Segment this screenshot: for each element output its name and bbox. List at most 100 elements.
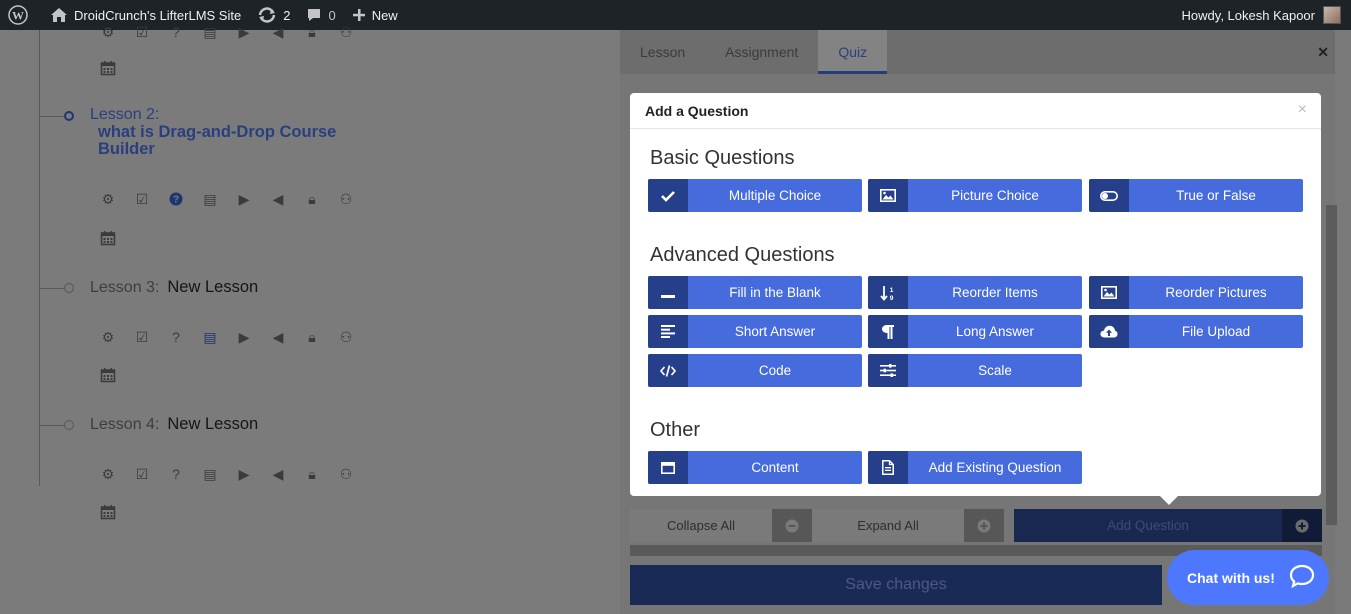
calendar-icon[interactable]	[98, 502, 118, 522]
fill-in-the-blank-button[interactable]: Fill in the Blank	[648, 276, 862, 309]
audio-icon[interactable]: ◀	[268, 189, 288, 209]
document-icon	[868, 451, 908, 484]
content-icon[interactable]: ▤	[200, 464, 220, 484]
file-upload-label: File Upload	[1181, 324, 1251, 339]
prerequisite-icon[interactable]: ⚇	[336, 22, 356, 42]
sliders-icon	[868, 354, 908, 387]
add-existing-question-button[interactable]: Add Existing Question	[868, 451, 1082, 484]
collapse-all-button[interactable]: Collapse All	[630, 509, 772, 542]
lesson-title[interactable]: what is Drag-and-Drop Course Builder	[98, 124, 358, 158]
paragraph-icon	[868, 315, 908, 348]
prerequisite-icon[interactable]: ⚇	[336, 327, 356, 347]
reorder-pictures-label: Reorder Pictures	[1165, 285, 1267, 300]
advanced-questions-heading: Advanced Questions	[650, 244, 835, 266]
updates-count: 2	[283, 7, 291, 23]
lesson-title[interactable]: New Lesson	[167, 415, 258, 433]
lesson-connector	[40, 425, 64, 426]
modal-close-icon[interactable]: ×	[1298, 101, 1307, 119]
audio-icon[interactable]: ◀	[268, 464, 288, 484]
picture-choice-label: Picture Choice	[951, 188, 1039, 203]
prerequisite-icon[interactable]: ⚇	[336, 464, 356, 484]
long-answer-button[interactable]: Long Answer	[868, 315, 1082, 348]
avatar	[1323, 6, 1341, 24]
quiz-icon[interactable]: ?	[166, 464, 186, 484]
quiz-icon[interactable]: ?	[166, 22, 186, 42]
lesson-heading: Lesson 4: New Lesson	[90, 415, 258, 434]
scale-button[interactable]: Scale	[868, 354, 1082, 387]
video-icon[interactable]: ▶	[234, 327, 254, 347]
save-changes-button[interactable]: Save changes	[630, 565, 1162, 605]
lock-icon[interactable]: 🔒︎	[302, 464, 322, 484]
content-icon[interactable]: ▤	[200, 189, 220, 209]
settings-icon[interactable]: ⚙	[98, 327, 118, 347]
calendar-icon[interactable]	[98, 228, 118, 248]
lock-icon[interactable]: 🔒︎	[302, 22, 322, 42]
calendar-icon[interactable]	[98, 58, 118, 78]
long-answer-label: Long Answer	[955, 324, 1035, 339]
scale-label: Scale	[978, 363, 1012, 378]
assignment-icon[interactable]: ☑	[132, 22, 152, 42]
assignment-icon[interactable]: ☑	[132, 464, 152, 484]
expand-all-icon[interactable]	[964, 509, 1004, 542]
picture-choice-button[interactable]: Picture Choice	[868, 179, 1082, 212]
collapse-all-icon[interactable]	[772, 509, 812, 542]
audio-icon[interactable]: ◀	[268, 327, 288, 347]
lesson-4-actions: ⚙ ☑ ? ▤ ▶ ◀ 🔒︎ ⚇	[98, 464, 356, 484]
expand-all-button[interactable]: Expand All	[812, 509, 964, 542]
short-answer-button[interactable]: Short Answer	[648, 315, 862, 348]
settings-icon[interactable]: ⚙	[98, 464, 118, 484]
check-icon	[648, 179, 688, 212]
true-or-false-label: True or False	[1176, 188, 1256, 203]
lesson-number: Lesson 4:	[90, 416, 160, 433]
account-menu[interactable]: Howdy, Lokesh Kapoor	[1182, 6, 1351, 24]
svg-text:1: 1	[890, 287, 894, 294]
code-button[interactable]: Code	[648, 354, 862, 387]
video-icon[interactable]: ▶	[234, 189, 254, 209]
multiple-choice-button[interactable]: Multiple Choice	[648, 179, 862, 212]
outline-line	[39, 30, 40, 486]
other-heading: Other	[650, 419, 701, 441]
tab-lesson[interactable]: Lesson	[620, 30, 705, 74]
cloud-upload-icon	[1089, 315, 1129, 348]
true-or-false-button[interactable]: True or False	[1089, 179, 1303, 212]
close-panel-icon[interactable]: ✕	[1317, 44, 1329, 61]
audio-icon[interactable]: ◀	[268, 22, 288, 42]
home-icon	[51, 8, 67, 22]
file-upload-button[interactable]: File Upload	[1089, 315, 1303, 348]
fill-in-the-blank-label: Fill in the Blank	[729, 285, 821, 300]
chat-label: Chat with us!	[1187, 569, 1275, 586]
tab-assignment[interactable]: Assignment	[705, 30, 818, 74]
site-name: DroidCrunch's LifterLMS Site	[74, 7, 242, 23]
lesson-title[interactable]: New Lesson	[167, 278, 258, 296]
code-label: Code	[758, 363, 792, 378]
content-icon[interactable]: ▤	[200, 327, 220, 347]
lock-icon[interactable]: 🔒︎	[302, 189, 322, 209]
lock-icon[interactable]: 🔒︎	[302, 327, 322, 347]
lesson-marker	[64, 283, 74, 293]
svg-text:W: W	[12, 9, 24, 23]
tab-quiz[interactable]: Quiz	[818, 30, 888, 74]
lesson-connector	[40, 288, 64, 289]
reorder-items-button[interactable]: 19 Reorder Items	[868, 276, 1082, 309]
prerequisite-icon[interactable]: ⚇	[336, 189, 356, 209]
quiz-icon[interactable]: ?	[166, 327, 186, 347]
calendar-icon[interactable]	[98, 365, 118, 385]
settings-icon[interactable]: ⚙	[98, 22, 118, 42]
content-icon[interactable]: ▤	[200, 22, 220, 42]
wordpress-logo-button[interactable]: W	[0, 0, 42, 30]
chat-button[interactable]: Chat with us!	[1167, 550, 1329, 605]
quiz-icon[interactable]: ?	[166, 189, 186, 209]
settings-icon[interactable]: ⚙	[98, 189, 118, 209]
content-button[interactable]: Content	[648, 451, 862, 484]
svg-text:?: ?	[173, 195, 179, 206]
video-icon[interactable]: ▶	[234, 464, 254, 484]
reorder-pictures-button[interactable]: Reorder Pictures	[1089, 276, 1303, 309]
assignment-icon[interactable]: ☑	[132, 189, 152, 209]
assignment-icon[interactable]: ☑	[132, 327, 152, 347]
comment-icon	[308, 9, 321, 21]
add-question-button[interactable]: Add Question	[1014, 509, 1322, 542]
lesson-heading: Lesson 3: New Lesson	[90, 278, 258, 297]
video-icon[interactable]: ▶	[234, 22, 254, 42]
chat-bubble-icon	[1289, 564, 1315, 591]
vertical-scrollbar[interactable]	[1326, 205, 1337, 525]
